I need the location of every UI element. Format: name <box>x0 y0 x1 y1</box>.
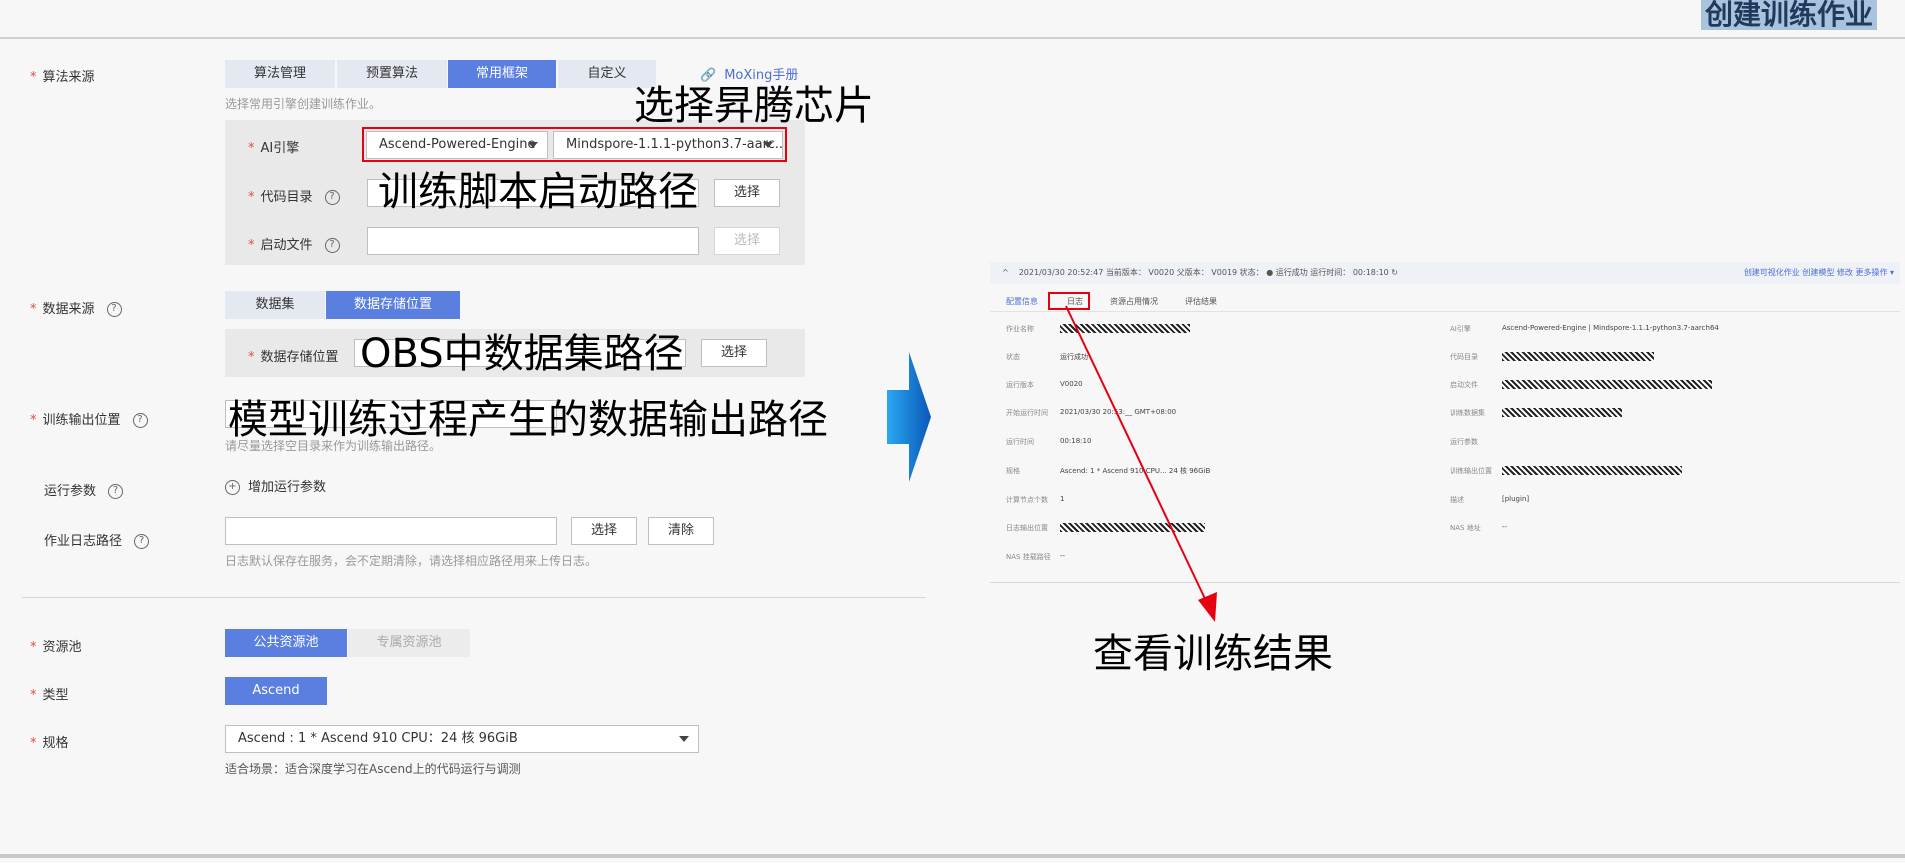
plus-circle-icon: + <box>225 480 240 495</box>
redacted-value <box>1502 380 1712 389</box>
redacted-value <box>1502 408 1622 417</box>
algorithm-source-label: * 算法来源 <box>30 70 95 85</box>
result-header-actions[interactable]: 创建可视化作业 创建模型 修改 更多操作 ▾ <box>1744 262 1894 284</box>
kv-value: -- <box>1502 523 1508 531</box>
spec-label: * 规格 <box>30 736 69 751</box>
job-log-label: 作业日志路径? <box>44 530 150 549</box>
type-ascend-button[interactable]: Ascend <box>225 677 327 705</box>
kv-label: 运行参数 <box>1450 438 1478 446</box>
help-icon[interactable]: ? <box>134 534 150 549</box>
kv-label: 训练数据集 <box>1450 409 1485 417</box>
spec-select[interactable]: Ascend : 1 * Ascend 910 CPU：24 核 96GiB <box>225 725 699 753</box>
tab-algorithm-management[interactable]: 算法管理 <box>225 60 335 88</box>
kv-label: 开始运行时间 <box>1006 409 1048 417</box>
annotation-select-chip: 选择昇腾芯片 <box>634 83 874 129</box>
tab-preset-algorithm[interactable]: 预置算法 <box>337 60 447 88</box>
help-icon[interactable]: ? <box>132 413 148 428</box>
kv-label: 运行时间 <box>1006 438 1034 446</box>
kv-label: NAS 地址 <box>1450 524 1481 532</box>
spec-hint: 适合场景：适合深度学习在Ascend上的代码运行与调测 <box>225 762 521 776</box>
boot-file-label: * 启动文件? <box>248 234 340 253</box>
ai-engine-label: * AI引擎 <box>248 141 300 156</box>
job-log-input[interactable] <box>225 517 557 545</box>
code-dir-select-button[interactable]: 选择 <box>714 179 780 207</box>
help-icon[interactable]: ? <box>324 238 340 253</box>
tab-config-info[interactable]: 配置信息 <box>1006 296 1038 307</box>
kv-label: 规格 <box>1006 467 1020 475</box>
annotation-script-path: 训练脚本启动路径 <box>378 169 698 215</box>
kv-label: NAS 挂载路径 <box>1006 553 1051 561</box>
kv-label: 计算节点个数 <box>1006 496 1048 504</box>
job-log-clear-button[interactable]: 清除 <box>648 517 714 545</box>
help-icon[interactable]: ? <box>108 484 124 499</box>
boot-file-select-button[interactable]: 选择 <box>714 227 780 255</box>
tab-public-pool[interactable]: 公共资源池 <box>225 629 347 657</box>
help-icon[interactable]: ? <box>106 302 122 317</box>
code-dir-label: * 代码目录? <box>248 186 340 205</box>
kv-label: 代码目录 <box>1450 353 1478 361</box>
kv-value: Ascend-Powered-Engine | Mindspore-1.1.1-… <box>1502 324 1719 332</box>
data-storage-label: * 数据存储位置 <box>248 350 339 365</box>
data-source-label: * 数据来源? <box>30 298 122 317</box>
bottom-divider <box>0 854 1905 858</box>
job-log-hint: 日志默认保存在服务，会不定期清除，请选择相应路径用来上传日志。 <box>225 554 598 568</box>
highlight-box-engine <box>362 127 787 162</box>
pointer-arrow-icon <box>1065 305 1217 622</box>
help-icon[interactable]: ? <box>324 190 340 205</box>
resource-pool-label: * 资源池 <box>30 640 82 655</box>
run-params-label: 运行参数? <box>44 480 124 499</box>
boot-file-input[interactable] <box>367 227 699 255</box>
annotation-output-path: 模型训练过程产生的数据输出路径 <box>228 397 828 443</box>
tab-data-storage[interactable]: 数据存储位置 <box>326 291 460 319</box>
kv-label: 训练输出位置 <box>1450 467 1492 475</box>
job-log-select-button[interactable]: 选择 <box>571 517 637 545</box>
redacted-value <box>1502 352 1654 361</box>
tab-dataset[interactable]: 数据集 <box>225 291 325 319</box>
algorithm-source-hint: 选择常用引擎创建训练作业。 <box>225 97 382 111</box>
result-header: ^ 2021/03/30 20:52:47 当前版本： V0020 父版本： V0… <box>990 262 1900 284</box>
section-divider <box>22 597 926 598</box>
data-storage-select-button[interactable]: 选择 <box>701 339 767 367</box>
kv-label: 状态 <box>1006 353 1020 361</box>
kv-label: 作业名称 <box>1006 325 1034 333</box>
tab-dedicated-pool[interactable]: 专属资源池 <box>348 629 470 657</box>
chevron-up-icon[interactable]: ^ <box>1002 268 1009 277</box>
top-divider <box>0 37 1905 39</box>
kv-label: 运行版本 <box>1006 381 1034 389</box>
redacted-value <box>1502 466 1682 475</box>
add-run-param-button[interactable]: + 增加运行参数 <box>225 476 326 495</box>
type-label: * 类型 <box>30 688 69 703</box>
annotation-obs-path: OBS中数据集路径 <box>360 331 684 377</box>
right-arrow-icon <box>887 352 931 482</box>
kv-label: 启动文件 <box>1450 381 1478 389</box>
train-output-label: * 训练输出位置? <box>30 409 148 428</box>
page-title: 创建训练作业 <box>1700 0 1877 30</box>
kv-label: AI引擎 <box>1450 325 1471 333</box>
page: 创建训练作业 * 算法来源 算法管理 预置算法 常用框架 自定义 🔗 MoXing手… <box>0 0 1905 863</box>
tab-common-framework[interactable]: 常用框架 <box>448 60 556 88</box>
kv-label: 日志输出位置 <box>1006 524 1048 532</box>
kv-label: 描述 <box>1450 496 1464 504</box>
annotation-view-result: 查看训练结果 <box>1093 631 1333 677</box>
moxing-manual-link[interactable]: 🔗 MoXing手册 <box>700 64 798 83</box>
kv-value: [plugin] <box>1502 495 1530 503</box>
link-icon: 🔗 <box>700 68 717 83</box>
chevron-down-icon <box>679 736 689 742</box>
